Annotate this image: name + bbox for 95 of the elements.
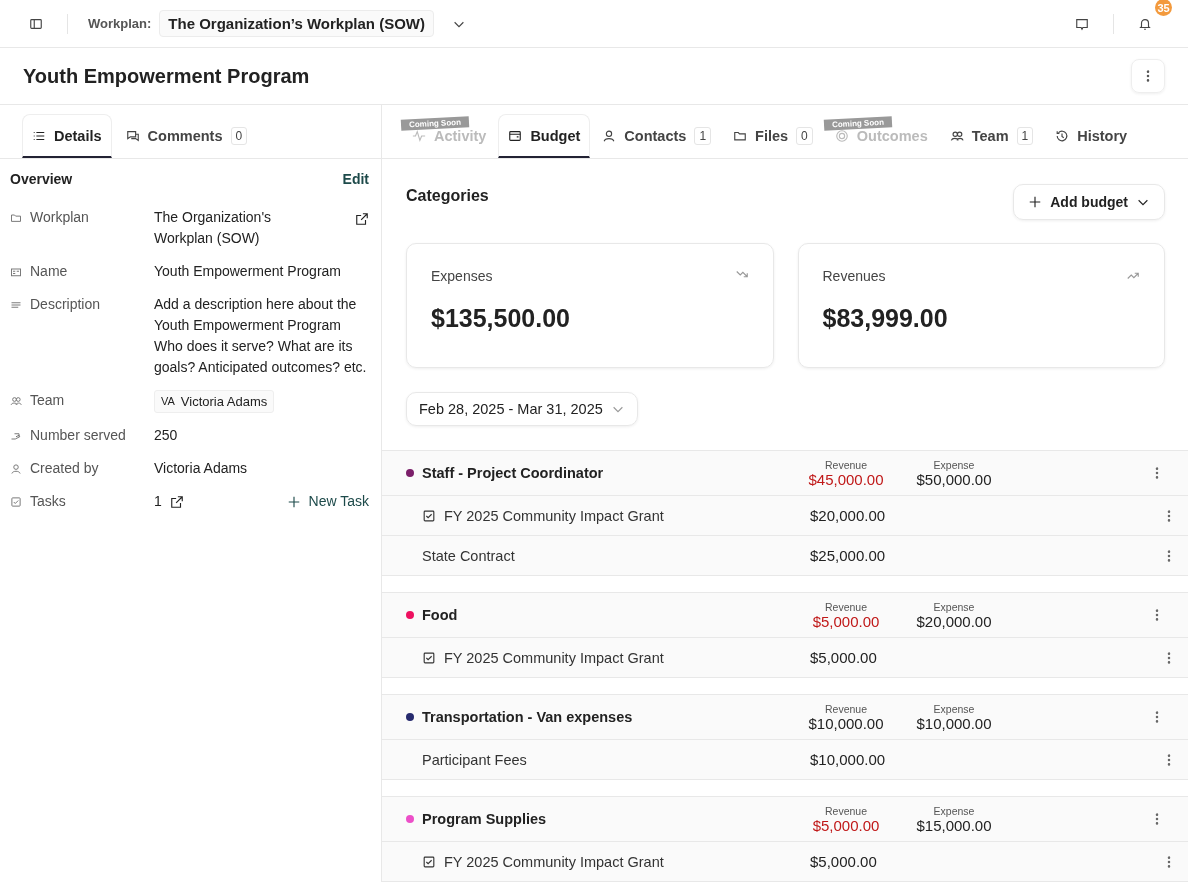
line-item-amount: $20,000.00 xyxy=(810,507,886,524)
revenue-amount: $45,000.00 xyxy=(808,470,884,488)
category-name: Staff - Project Coordinator xyxy=(422,465,605,481)
revenue-amount: $5,000.00 xyxy=(812,612,880,630)
page-title: Youth Empowerment Program xyxy=(23,64,311,88)
expense-label: Expense xyxy=(933,600,975,613)
chat-icon xyxy=(125,128,140,143)
field-value: Victoria Adams xyxy=(154,459,249,478)
field-label: Tasks xyxy=(30,493,66,509)
line-item-name: FY 2025 Community Impact Grant xyxy=(444,649,664,666)
checkbox-icon xyxy=(422,854,436,869)
coming-soon-ribbon: Coming Soon xyxy=(400,116,470,131)
tab[interactable]: Files 0 xyxy=(723,114,823,158)
card-label: Revenues xyxy=(822,268,886,284)
count-badge: 0 xyxy=(796,126,813,145)
field-label: Number served xyxy=(30,427,126,443)
line-item-amount: $5,000.00 xyxy=(810,649,877,666)
sidebar-icon xyxy=(29,16,43,31)
expense-amount: $20,000.00 xyxy=(916,612,992,630)
section-heading: Categories xyxy=(406,187,489,205)
person-name: Victoria Adams xyxy=(180,393,268,411)
activity-icon xyxy=(412,128,426,143)
people-icon xyxy=(949,128,964,143)
expense-label: Expense xyxy=(933,804,975,817)
revenue-amount: $5,000.00 xyxy=(812,816,880,834)
message-icon xyxy=(1075,16,1089,31)
line-item-name: FY 2025 Community Impact Grant xyxy=(444,507,664,524)
avatar-initials: VA xyxy=(161,394,175,409)
expense-label: Expense xyxy=(933,702,975,715)
date-range-picker[interactable]: Feb 28, 2025 - Mar 31, 2025 xyxy=(406,392,638,426)
tab[interactable]: History xyxy=(1045,114,1138,158)
lines-icon xyxy=(10,299,22,311)
person-icon xyxy=(602,128,617,143)
card-label: Expenses xyxy=(431,268,493,284)
line-item-amount: $5,000.00 xyxy=(810,853,877,870)
count-badge: 1 xyxy=(694,126,712,145)
tab[interactable]: Team 1 xyxy=(939,114,1044,158)
field-label: Name xyxy=(30,263,68,279)
line-item-amount: $25,000.00 xyxy=(810,547,886,564)
plus-icon xyxy=(1028,195,1043,209)
external-link-icon xyxy=(169,495,184,509)
field-label: Created by xyxy=(30,460,99,476)
expense-label: Expense xyxy=(933,458,975,471)
target-icon xyxy=(834,128,849,143)
revenue-amount: $10,000.00 xyxy=(808,714,884,732)
field-value: The Organization's Workplan (SOW) xyxy=(154,208,273,248)
person-icon xyxy=(10,463,22,475)
edit-link[interactable]: Edit xyxy=(342,171,369,187)
count-badge: 0 xyxy=(230,126,248,145)
new-task-button[interactable]: New Task xyxy=(286,491,369,512)
people-icon xyxy=(10,395,22,407)
plus-icon xyxy=(286,494,301,509)
tab[interactable]: Details xyxy=(22,114,112,158)
expense-amount: $10,000.00 xyxy=(916,714,992,732)
check-icon xyxy=(10,496,22,508)
card-amount: $135,500.00 xyxy=(431,304,572,333)
workplan-label: Workplan: xyxy=(88,16,152,31)
line-item-name: State Contract xyxy=(422,547,515,564)
tab[interactable]: Comments 0 xyxy=(115,114,258,158)
category-name: Transportation - Van expenses xyxy=(422,709,634,725)
field-label: Workplan xyxy=(30,209,89,225)
overview-heading: Overview xyxy=(10,171,73,187)
field-value: 1 xyxy=(154,492,162,511)
checkbox-icon xyxy=(422,508,436,523)
revenue-label: Revenue xyxy=(825,458,867,471)
line-item-name: Participant Fees xyxy=(422,751,527,768)
history-icon xyxy=(1055,128,1070,143)
expense-amount: $15,000.00 xyxy=(916,816,992,834)
line-item-name: FY 2025 Community Impact Grant xyxy=(444,853,664,870)
revenue-label: Revenue xyxy=(825,600,867,613)
field-label: Description xyxy=(30,296,101,312)
revenue-label: Revenue xyxy=(825,702,867,715)
bell-icon xyxy=(1138,16,1152,31)
field-label: Team xyxy=(30,392,65,408)
tab[interactable]: Budget xyxy=(498,114,591,158)
card-icon xyxy=(10,266,22,278)
revenue-label: Revenue xyxy=(825,804,867,817)
checkbox-icon xyxy=(422,650,436,665)
field-value: 250 xyxy=(154,426,179,445)
card-amount: $83,999.00 xyxy=(822,304,949,333)
expense-amount: $50,000.00 xyxy=(916,470,992,488)
line-item-amount: $10,000.00 xyxy=(810,751,886,768)
tab[interactable]: Contacts 1 xyxy=(592,114,722,158)
category-name: Food xyxy=(422,607,459,623)
workplan-select[interactable]: The Organization’s Workplan (SOW) xyxy=(159,10,434,37)
folder-icon xyxy=(10,212,22,224)
field-value: Youth Empowerment Program xyxy=(154,262,343,281)
coming-soon-ribbon: Coming Soon xyxy=(823,116,893,131)
add-budget-button[interactable]: Add budget xyxy=(1013,184,1165,220)
count-badge: 1 xyxy=(1016,126,1034,145)
external-link-icon xyxy=(355,212,369,226)
notification-badge: 35 xyxy=(1155,0,1172,16)
field-value: Add a description here about the Youth Empowerment Program Who does it serve? What are its goals? Anticipated outcomes? etc. xyxy=(154,295,368,377)
wallet-icon xyxy=(508,128,523,143)
category-name: Program Supplies xyxy=(422,811,548,827)
